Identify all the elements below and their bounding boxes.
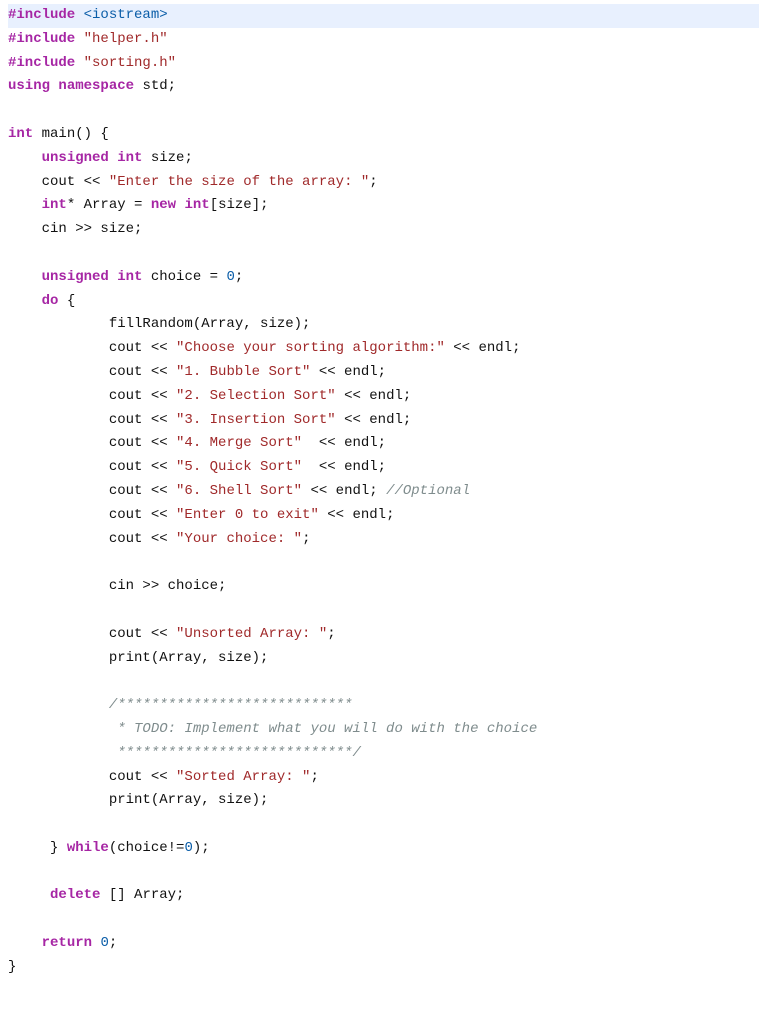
token xyxy=(8,269,42,285)
token: ); xyxy=(193,840,210,856)
token-number: 0 xyxy=(100,935,108,951)
token-string: "5. Quick Sort" xyxy=(176,459,302,475)
token xyxy=(8,150,42,166)
token-string: "Enter the size of the array: " xyxy=(109,174,369,190)
token-comment: * TODO: Implement what you will do with … xyxy=(8,721,537,737)
token: cout << xyxy=(8,174,109,190)
token: fillRandom(Array, size); xyxy=(8,316,310,332)
token xyxy=(8,293,42,309)
token-header: <iostream> xyxy=(84,7,168,23)
token: cout << xyxy=(8,435,176,451)
token-keyword: int xyxy=(184,197,209,213)
token-keyword: delete xyxy=(50,887,100,903)
token-keyword: int xyxy=(8,126,33,142)
token-keyword: namespace xyxy=(58,78,134,94)
token-keyword: unsigned xyxy=(42,150,109,166)
token-comment: /**************************** xyxy=(8,697,352,713)
token-string: "6. Shell Sort" xyxy=(176,483,302,499)
token-keyword: using xyxy=(8,78,50,94)
token-string: "1. Bubble Sort" xyxy=(176,364,310,380)
token-header: "sorting.h" xyxy=(84,55,176,71)
token: cout << xyxy=(8,483,176,499)
token-comment: //Optional xyxy=(386,483,470,499)
token: print(Array, size); xyxy=(8,792,268,808)
code-line-highlighted: #include <iostream> xyxy=(8,4,759,28)
token: { xyxy=(58,293,75,309)
token: cout << xyxy=(8,507,176,523)
token-string: "2. Selection Sort" xyxy=(176,388,336,404)
token: [size]; xyxy=(210,197,269,213)
token: ; xyxy=(310,769,318,785)
token: size; xyxy=(142,150,192,166)
token: << endl; xyxy=(336,412,412,428)
token: cout << xyxy=(8,364,176,380)
token: ; xyxy=(235,269,243,285)
token-string: "Sorted Array: " xyxy=(176,769,310,785)
token-string: "3. Insertion Sort" xyxy=(176,412,336,428)
token: (choice!= xyxy=(109,840,185,856)
token: } xyxy=(8,959,16,975)
token xyxy=(8,887,50,903)
token-string: "Choose your sorting algorithm:" xyxy=(176,340,445,356)
token: ; xyxy=(327,626,335,642)
token: << endl; xyxy=(336,388,412,404)
token xyxy=(8,197,42,213)
token-keyword: int xyxy=(117,150,142,166)
token-string: "Unsorted Array: " xyxy=(176,626,327,642)
token: * Array = xyxy=(67,197,151,213)
token: print(Array, size); xyxy=(8,650,268,666)
token-string: "Enter 0 to exit" xyxy=(176,507,319,523)
token-keyword: return xyxy=(42,935,92,951)
token-keyword: do xyxy=(42,293,59,309)
token-preprocessor: #include xyxy=(8,31,75,47)
token: ; xyxy=(369,174,377,190)
token: ; xyxy=(109,935,117,951)
token-string: "4. Merge Sort" xyxy=(176,435,302,451)
token: cout << xyxy=(8,340,176,356)
token: cin >> size; xyxy=(8,221,142,237)
token: << endl; xyxy=(302,459,386,475)
token-string: "Your choice: " xyxy=(176,531,302,547)
code-block: #include <iostream>#include "helper.h" #… xyxy=(0,0,767,988)
token: cout << xyxy=(8,626,176,642)
token-header: "helper.h" xyxy=(84,31,168,47)
token xyxy=(8,935,42,951)
token-keyword: int xyxy=(117,269,142,285)
token: cout << xyxy=(8,459,176,475)
token: choice = xyxy=(142,269,226,285)
token-number: 0 xyxy=(184,840,192,856)
token-number: 0 xyxy=(226,269,234,285)
token: ; xyxy=(302,531,310,547)
token-keyword: new xyxy=(151,197,176,213)
token: cout << xyxy=(8,412,176,428)
token: cin >> choice; xyxy=(8,578,226,594)
token: main() { xyxy=(33,126,109,142)
token: cout << xyxy=(8,531,176,547)
token-preprocessor: #include xyxy=(8,7,75,23)
token: std; xyxy=(134,78,176,94)
token: << endl; xyxy=(302,483,386,499)
token-keyword: while xyxy=(67,840,109,856)
token-keyword: int xyxy=(42,197,67,213)
token-comment: ****************************/ xyxy=(8,745,361,761)
token: cout << xyxy=(8,769,176,785)
token: cout << xyxy=(8,388,176,404)
token-preprocessor: #include xyxy=(8,55,75,71)
token-keyword: unsigned xyxy=(42,269,109,285)
token: << endl; xyxy=(445,340,521,356)
token: [] Array; xyxy=(100,887,184,903)
token: } xyxy=(8,840,67,856)
token: << endl; xyxy=(310,364,386,380)
token: << endl; xyxy=(319,507,395,523)
token: << endl; xyxy=(302,435,386,451)
